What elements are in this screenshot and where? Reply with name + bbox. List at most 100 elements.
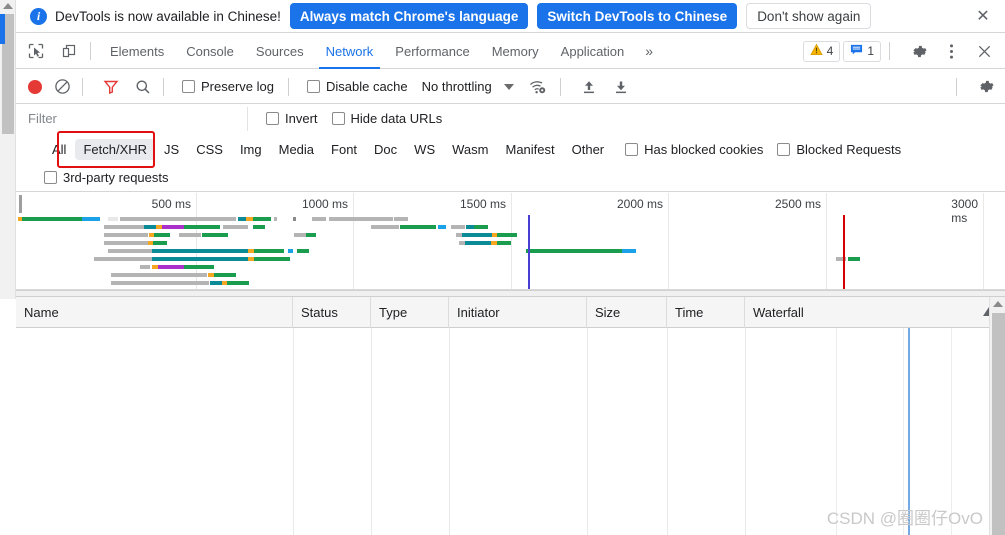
tab-application[interactable]: Application	[550, 34, 636, 69]
throttling-select[interactable]: No throttling	[422, 79, 492, 94]
scroll-up-arrow-icon[interactable]	[993, 301, 1003, 307]
type-filter-other[interactable]: Other	[564, 139, 613, 160]
chevron-down-icon[interactable]	[503, 83, 514, 90]
column-header-type[interactable]: Type	[371, 296, 449, 328]
tab-elements[interactable]: Elements	[99, 34, 175, 69]
tab-label: Console	[186, 43, 234, 59]
tabbar-right-group: 4 1	[800, 38, 1005, 64]
invert-label: Invert	[285, 111, 318, 126]
disable-cache-checkbox[interactable]: Disable cache	[306, 79, 408, 94]
close-icon[interactable]: ✕	[975, 8, 991, 25]
overview-tick-label: 2500 ms	[774, 197, 821, 211]
switch-devtools-language-button[interactable]: Switch DevTools to Chinese	[537, 3, 738, 29]
tab-network[interactable]: Network	[315, 34, 385, 69]
gear-icon[interactable]	[905, 38, 931, 64]
third-party-requests-checkbox[interactable]: 3rd-party requests	[44, 170, 169, 185]
more-tabs-icon[interactable]: »	[635, 34, 663, 69]
search-button[interactable]	[131, 76, 155, 98]
overview-gridline	[668, 193, 669, 290]
checkbox-box[interactable]	[625, 142, 639, 156]
checkbox-box[interactable]	[777, 142, 791, 156]
dont-show-again-button[interactable]: Don't show again	[746, 3, 872, 29]
hide-data-urls-checkbox[interactable]: Hide data URLs	[331, 111, 442, 126]
panel-tabs: Elements Console Sources Network Perform…	[99, 34, 663, 69]
network-overview-timeline[interactable]: 500 ms 1000 ms 1500 ms 2000 ms 2500 ms 3000 m…	[16, 193, 1005, 296]
more-options-icon[interactable]	[938, 38, 964, 64]
overview-request-bar	[497, 241, 511, 245]
tab-performance[interactable]: Performance	[384, 34, 480, 69]
import-har-icon[interactable]	[577, 76, 601, 98]
message-count-badge[interactable]: 1	[843, 40, 881, 62]
type-filter-font[interactable]: Font	[323, 139, 365, 160]
search-input[interactable]	[28, 107, 247, 130]
tab-memory[interactable]: Memory	[481, 34, 550, 69]
type-filter-ws[interactable]: WS	[406, 139, 443, 160]
column-header-time[interactable]: Time	[667, 296, 745, 328]
column-header-label: Size	[595, 304, 621, 320]
checkbox-box[interactable]	[182, 80, 195, 93]
type-filter-wasm[interactable]: Wasm	[444, 139, 496, 160]
network-controls-toolbar: Preserve log Disable cache No throttling	[16, 70, 1005, 104]
table-header-row: Name Status Type Initiator Size Time Waterfall	[16, 296, 1005, 328]
checkbox-box[interactable]	[331, 112, 345, 125]
watermark-text: CSDN @圈圈仔OvO	[826, 509, 983, 528]
has-blocked-cookies-checkbox[interactable]: Has blocked cookies	[625, 142, 763, 157]
record-button[interactable]	[28, 79, 42, 94]
close-icon[interactable]	[971, 38, 997, 64]
overview-request-bar	[438, 225, 446, 229]
type-filter-all[interactable]: All	[44, 139, 74, 160]
overview-tick-label: 1500 ms	[459, 197, 506, 211]
overview-request-bar	[111, 273, 207, 277]
tab-sources[interactable]: Sources	[245, 34, 315, 69]
type-filter-img[interactable]: Img	[232, 139, 270, 160]
inspect-element-icon[interactable]	[23, 38, 49, 64]
overview-request-bar	[394, 217, 408, 221]
column-divider	[667, 328, 668, 535]
overview-request-bar	[254, 257, 290, 261]
checkbox-box[interactable]	[306, 80, 320, 93]
warning-count-badge[interactable]: 4	[802, 40, 841, 62]
export-har-icon[interactable]	[609, 76, 633, 98]
column-header-initiator[interactable]: Initiator	[449, 296, 587, 328]
checkbox-box[interactable]	[44, 171, 57, 184]
tab-label: Elements	[110, 43, 165, 59]
clear-button[interactable]	[50, 76, 74, 98]
column-header-name[interactable]: Name	[16, 296, 293, 328]
overview-request-bar	[223, 225, 248, 229]
type-filter-css[interactable]: CSS	[188, 139, 231, 160]
wifi-settings-icon[interactable]	[526, 76, 550, 98]
banner-message: DevTools is now available in Chinese!	[55, 8, 281, 24]
requests-scrollbar-vertical[interactable]	[989, 297, 1005, 535]
tab-console[interactable]: Console	[175, 34, 245, 69]
controls-right-group	[948, 76, 1005, 98]
scroll-up-arrow-icon[interactable]	[3, 3, 13, 9]
filter-button[interactable]	[99, 76, 123, 98]
column-divider	[745, 328, 746, 535]
type-filter-js[interactable]: JS	[156, 139, 187, 160]
overview-request-bar	[104, 241, 148, 245]
table-body[interactable]: CSDN @圈圈仔OvO	[16, 328, 1005, 535]
invert-checkbox[interactable]: Invert	[266, 111, 318, 126]
overview-request-bar	[526, 249, 622, 253]
type-filter-fetch-xhr[interactable]: Fetch/XHR	[75, 138, 156, 160]
overview-request-bar	[184, 265, 214, 269]
scrollbar-thumb[interactable]	[992, 313, 1005, 535]
blocked-requests-checkbox[interactable]: Blocked Requests	[777, 142, 901, 157]
type-filter-media[interactable]: Media	[271, 139, 322, 160]
checkbox-box[interactable]	[266, 112, 279, 125]
toolbar-divider	[82, 77, 83, 96]
page-scrollbar-vertical[interactable]	[0, 0, 16, 299]
overview-request-bar	[154, 233, 170, 237]
column-header-size[interactable]: Size	[587, 296, 667, 328]
overview-gridline	[826, 193, 827, 290]
network-settings-icon[interactable]	[973, 76, 997, 98]
always-match-language-button[interactable]: Always match Chrome's language	[289, 3, 529, 29]
preserve-log-checkbox[interactable]: Preserve log	[182, 79, 274, 94]
device-toolbar-icon[interactable]	[56, 38, 82, 64]
type-filter-doc[interactable]: Doc	[366, 139, 405, 160]
type-filter-manifest[interactable]: Manifest	[497, 139, 562, 160]
overview-request-bar	[153, 241, 167, 245]
overview-request-bar	[111, 281, 181, 285]
column-header-waterfall[interactable]: Waterfall	[745, 297, 1005, 328]
column-header-status[interactable]: Status	[293, 296, 371, 328]
